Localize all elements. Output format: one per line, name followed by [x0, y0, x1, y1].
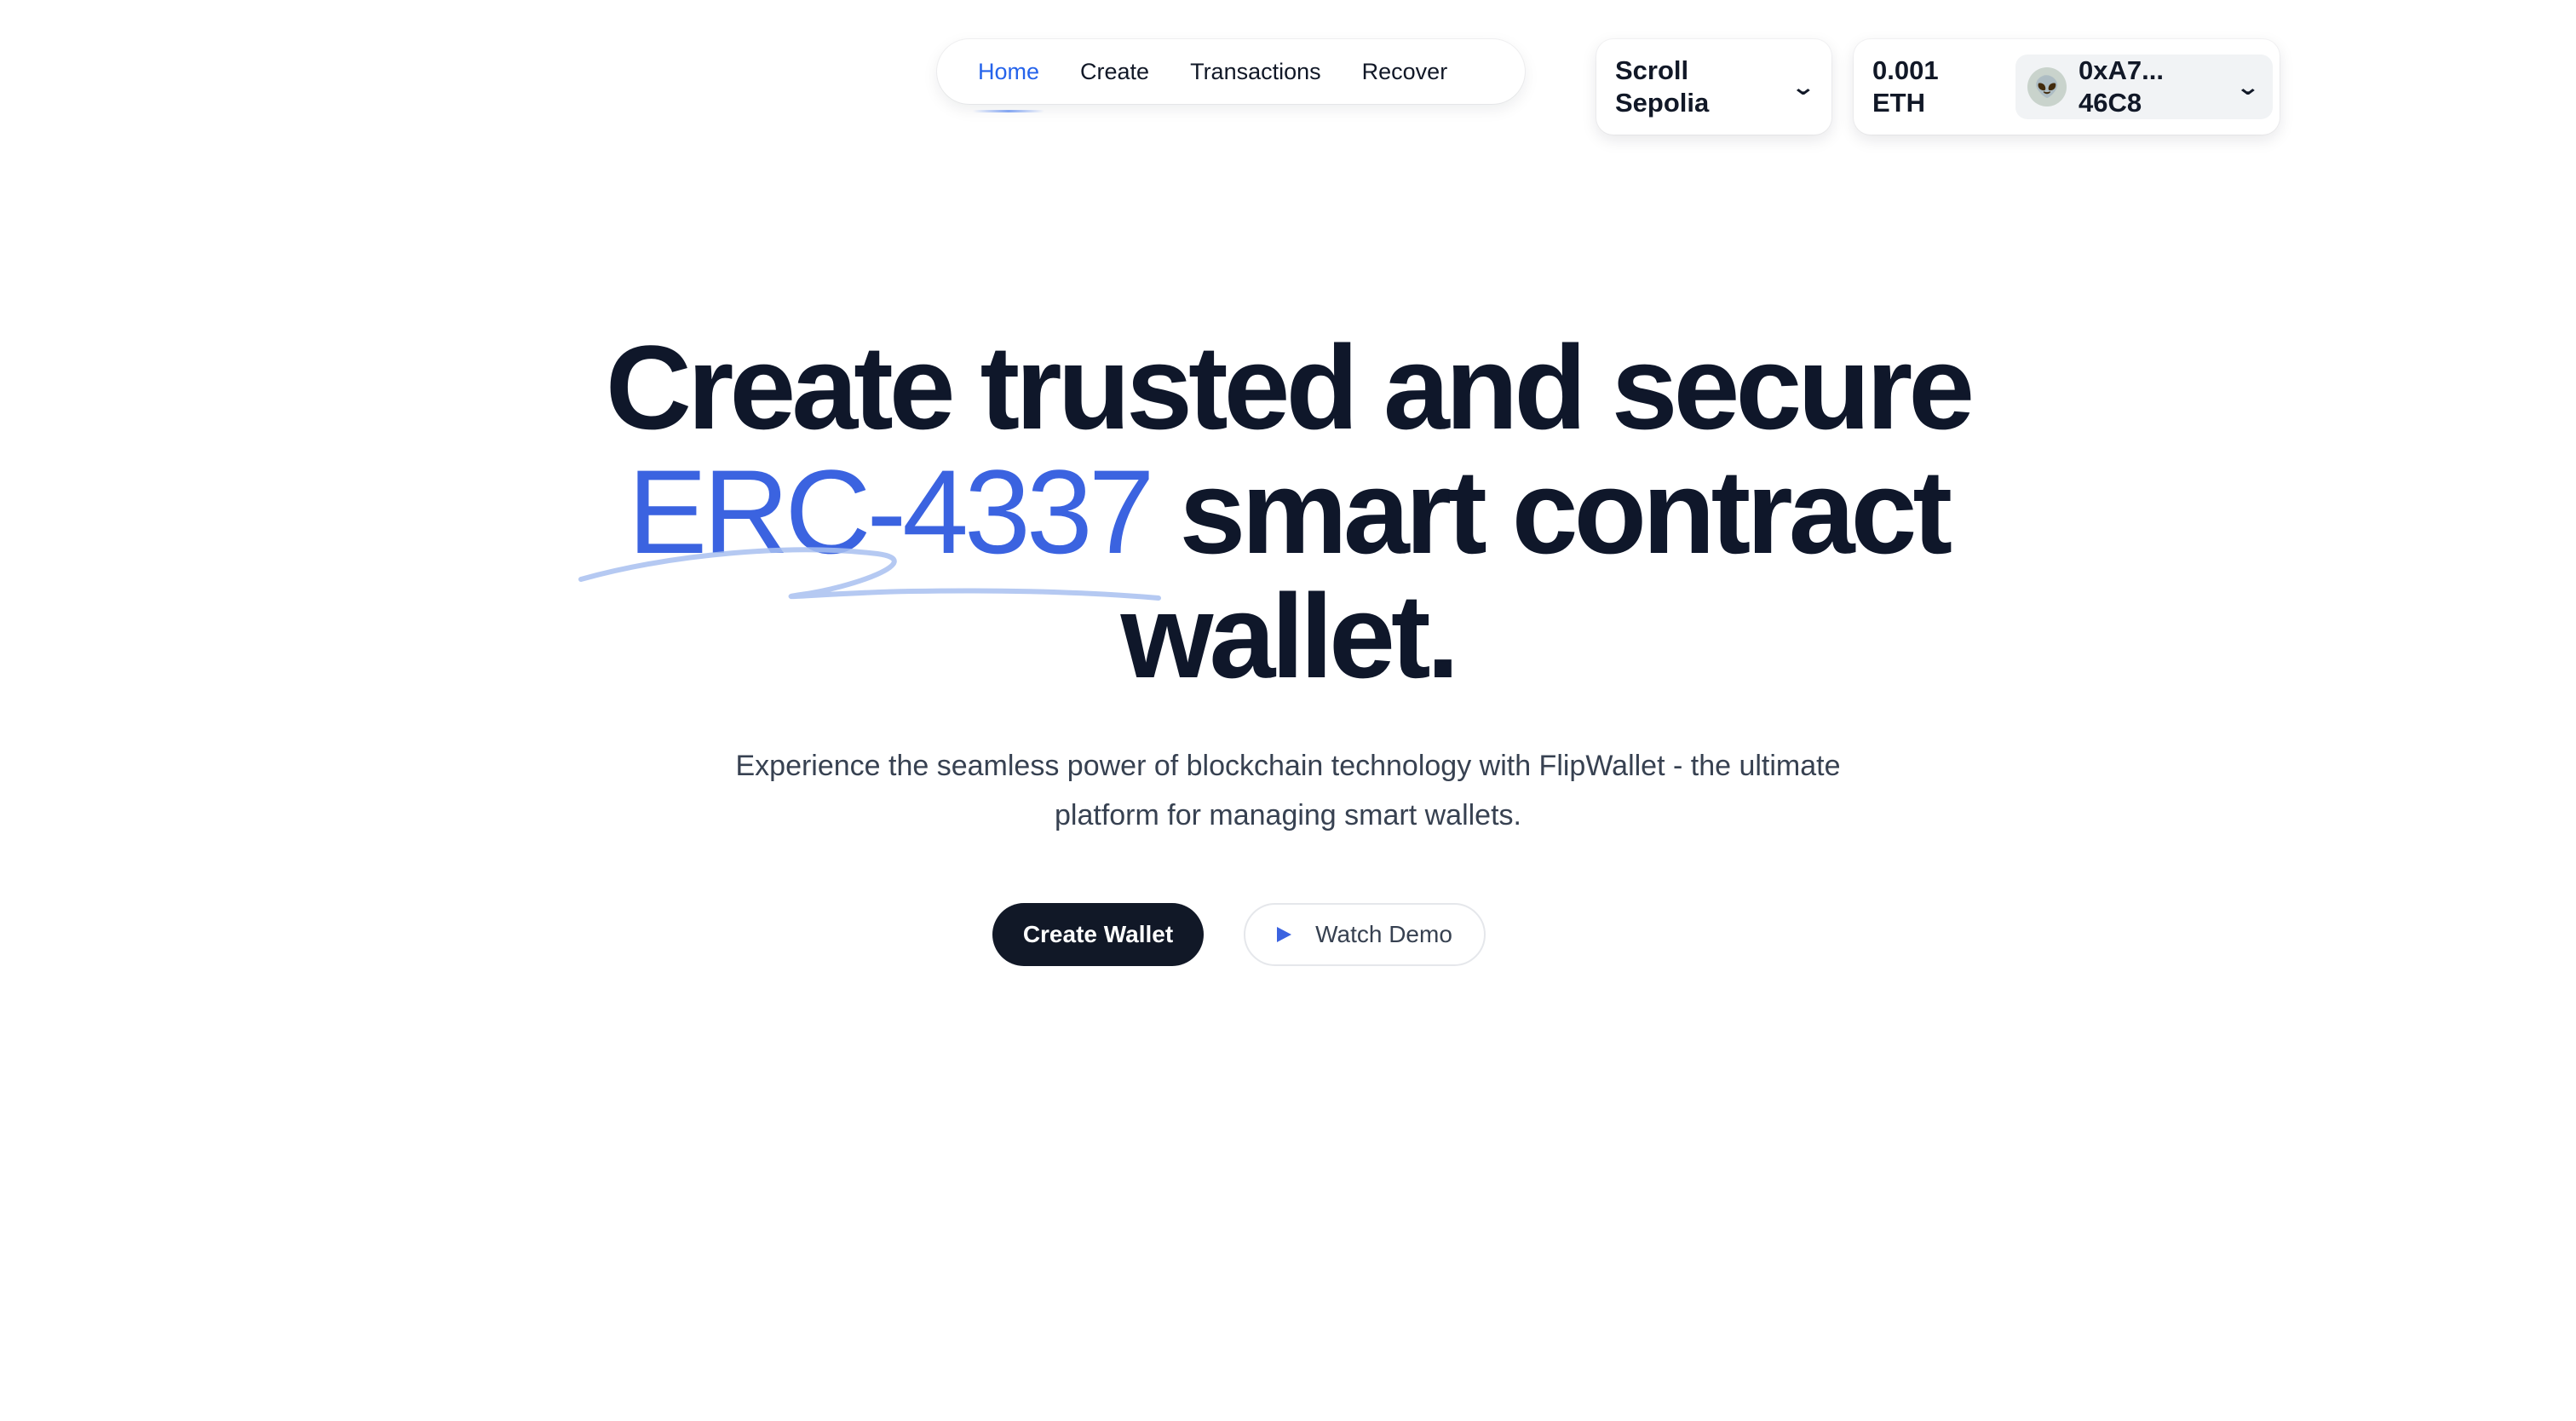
network-name: Scroll Sepolia: [1615, 55, 1751, 119]
page: Home Create Transactions Recover Scroll …: [0, 0, 2576, 1421]
network-name-line1: Scroll: [1615, 55, 1689, 85]
nav-create[interactable]: Create: [1080, 59, 1149, 85]
address-line2: 46C8: [2079, 88, 2142, 118]
network-selector[interactable]: Scroll Sepolia ⌄: [1596, 39, 1831, 135]
network-name-line2: Sepolia: [1615, 88, 1710, 118]
hero-title-line1: Create trusted and secure: [605, 320, 1975, 454]
hero-title: Create trusted and secure ERC-4337 smart…: [0, 325, 2576, 699]
balance-amount: 0.001: [1872, 55, 1939, 85]
hero-title-line3: wallet.: [1120, 569, 1460, 703]
chevron-down-icon: ⌄: [2235, 73, 2261, 100]
subtitle-line1: Experience the seamless power of blockch…: [735, 750, 1841, 782]
nav-recover[interactable]: Recover: [1362, 59, 1448, 85]
chevron-down-icon: ⌄: [1791, 73, 1816, 100]
balance-unit: ETH: [1872, 88, 1925, 118]
play-icon: [1277, 927, 1292, 942]
nav-home[interactable]: Home: [972, 59, 1045, 112]
nav-transactions[interactable]: Transactions: [1190, 59, 1321, 85]
create-wallet-button[interactable]: Create Wallet: [992, 903, 1204, 966]
subtitle-line2: platform for managing smart wallets.: [1055, 799, 1521, 831]
hero-title-line2: ERC-4337 smart contract: [0, 450, 2576, 574]
avatar: 👽: [2027, 67, 2067, 106]
watch-demo-label: Watch Demo: [1315, 921, 1452, 947]
address-chip[interactable]: 👽 0xA7... 46C8 ⌄: [2015, 55, 2273, 119]
account-button[interactable]: 0.001 ETH 👽 0xA7... 46C8 ⌄: [1854, 39, 2280, 135]
watch-demo-button[interactable]: Watch Demo: [1244, 903, 1486, 966]
address-line1: 0xA7...: [2079, 55, 2164, 85]
alien-icon: 👽: [2034, 75, 2060, 99]
hero-subtitle: Experience the seamless power of blockch…: [0, 741, 2576, 840]
balance: 0.001 ETH: [1872, 55, 2000, 119]
top-nav: Home Create Transactions Recover: [937, 39, 1525, 112]
hero-title-line2-rest: smart contract: [1150, 445, 1952, 578]
squiggle-underline-icon: [578, 547, 1161, 601]
wallet-address: 0xA7... 46C8: [2079, 55, 2215, 119]
